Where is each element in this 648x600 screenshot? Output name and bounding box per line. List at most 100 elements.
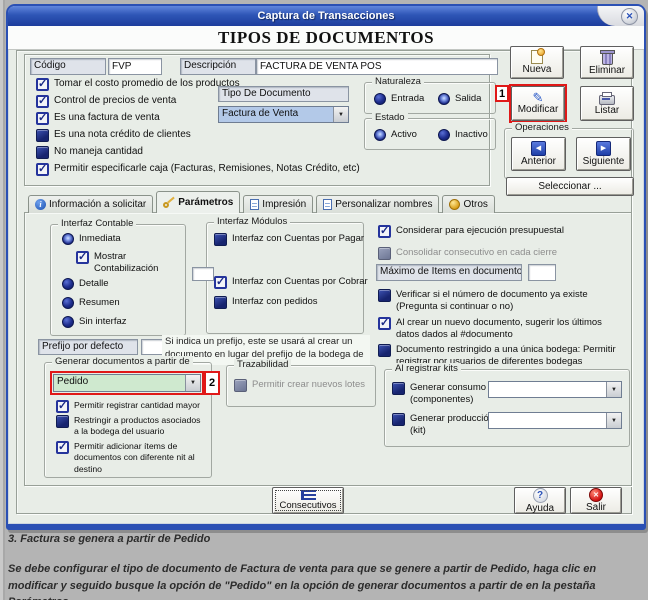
checkbox[interactable] [36,112,49,125]
checkbox[interactable] [392,382,405,395]
checkbox[interactable] [378,247,391,260]
radio-row[interactable]: Salida [438,93,481,105]
checkbox[interactable] [56,400,69,413]
caption-body: Se debe configurar el tipo de documento … [8,561,642,600]
edit-pencil-icon [531,92,545,104]
produccion-select[interactable] [488,412,622,429]
checkbox[interactable] [36,129,49,142]
codigo-input[interactable] [108,58,162,75]
estado-group-title: Estado [372,112,408,124]
checkbox[interactable] [56,441,69,454]
flag-row[interactable]: Permitir crear nuevos lotes [234,379,365,392]
checkbox[interactable] [392,413,405,426]
listar-button[interactable]: Listar [580,86,634,121]
kits-title: Al registrar kits [392,363,461,375]
flag-row[interactable]: Permitir especificarle caja (Facturas, R… [36,163,486,176]
checkbox-label: Restringir a productos asociados a la bo… [74,415,206,438]
maximo-items-input[interactable] [528,264,556,281]
checkbox[interactable] [36,163,49,176]
siguiente-button[interactable]: Siguiente [576,137,631,171]
tipo-documento-select[interactable]: Factura de Venta [218,106,349,123]
radio[interactable] [438,93,450,105]
checkbox-label: Tomar el costo promedio de los productos [54,78,240,91]
eliminar-button[interactable]: Eliminar [580,46,634,79]
tipo-documento-value: Factura de Venta [219,107,333,122]
tab-otros[interactable]: Otros [442,195,494,213]
checkbox[interactable] [36,146,49,159]
checkbox-label: Consolidar consecutivo en cada cierre [396,247,557,259]
flag-row[interactable]: Interfaz con pedidos [214,296,318,309]
checkbox[interactable] [36,95,49,108]
flag-row[interactable]: Generar consumo (componentes) [392,382,498,406]
close-icon[interactable] [621,8,638,25]
tab-informacion-a-solicitar[interactable]: Información a solicitar [28,195,153,213]
checkbox[interactable] [214,233,227,246]
flag-row[interactable]: Interfaz con Cuentas por Pagar [214,233,364,246]
radio-row[interactable]: Resumen [62,297,120,309]
checkbox[interactable] [56,415,69,428]
chevron-down-icon[interactable] [185,375,200,391]
tab-label: Impresión [262,199,306,210]
checkbox-label: No maneja cantidad [54,146,143,159]
radio[interactable] [62,278,74,290]
modificar-button[interactable]: Modificar [511,86,565,121]
chevron-down-icon[interactable] [333,107,348,122]
salir-label: Salir [586,503,606,513]
eliminar-label: Eliminar [589,66,625,76]
nueva-button[interactable]: Nueva [510,46,564,79]
radio-row[interactable]: Detalle [62,278,109,290]
flag-row[interactable]: Consolidar consecutivo en cada cierre [378,247,557,260]
tab-parametros[interactable]: Parámetros [156,191,240,213]
consecutivos-button[interactable]: Consecutivos [272,487,344,514]
checkbox[interactable] [234,379,247,392]
prefijo-label: Prefijo por defecto [38,339,138,355]
checkbox-label: Permitir crear nuevos lotes [252,379,365,391]
radio-row[interactable]: Sin interfaz [62,316,127,328]
small-blank-field[interactable] [192,267,214,281]
seleccionar-button[interactable]: Seleccionar ... [506,177,634,196]
descripcion-input[interactable] [256,58,498,75]
flag-row[interactable]: Mostrar Contabilización [76,251,176,275]
checkbox-label: Es una nota crédito de clientes [54,129,191,142]
radio-row[interactable]: Entrada [374,93,424,105]
interfaz-contable-title: Interfaz Contable [58,218,136,230]
consumo-select[interactable] [488,381,622,398]
checkbox[interactable] [214,296,227,309]
generar-desde-select[interactable]: Pedido [53,374,201,392]
salir-button[interactable]: Salir [570,487,622,514]
flag-row[interactable]: Permitir registrar cantidad mayor [56,400,200,413]
radio[interactable] [62,233,74,245]
chevron-down-icon[interactable] [606,413,621,428]
radio-row[interactable]: Inmediata [62,233,121,245]
radio[interactable] [374,129,386,141]
chevron-down-icon[interactable] [606,382,621,397]
checkbox[interactable] [76,251,89,264]
anterior-button[interactable]: Anterior [511,137,566,171]
radio[interactable] [438,129,450,141]
radio[interactable] [62,316,74,328]
checkbox[interactable] [214,276,227,289]
radio[interactable] [374,93,386,105]
checkbox[interactable] [36,78,49,91]
flag-row[interactable]: Considerar para ejecución presupuestal [378,225,564,238]
flag-row[interactable]: Verificar si el número de documento ya e… [378,289,608,313]
flag-row[interactable]: Permitir adicionar ítems de documentos c… [56,441,206,475]
checkbox[interactable] [378,317,391,330]
flag-row[interactable]: Generar producción (kit) [392,413,498,437]
checkbox-label: Permitir especificarle caja (Facturas, R… [54,163,360,176]
radio-label: Resumen [79,297,120,309]
tab-personalizar-nombres[interactable]: Personalizar nombres [316,195,439,213]
radio-row[interactable]: Inactivo [438,129,488,141]
radio-row[interactable]: Activo [374,129,417,141]
window-titlebar[interactable]: Captura de Transacciones [8,6,644,26]
flag-row[interactable]: Interfaz con Cuentas por Cobrar [214,276,368,289]
consumo-value [489,382,606,397]
radio[interactable] [62,297,74,309]
checkbox[interactable] [378,289,391,302]
checkbox[interactable] [378,225,391,238]
ayuda-button[interactable]: Ayuda [514,487,566,514]
checkbox[interactable] [378,344,391,357]
flag-row[interactable]: Restringir a productos asociados a la bo… [56,415,206,438]
flag-row[interactable]: Al crear un nuevo documento, sugerir los… [378,317,624,341]
tab-impresion[interactable]: Impresión [243,195,313,213]
